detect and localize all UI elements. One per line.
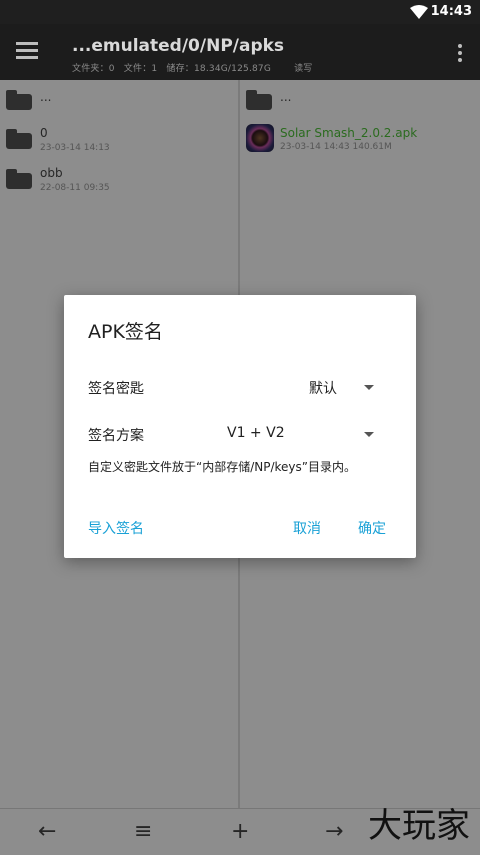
ok-button[interactable]: 确定: [358, 518, 386, 538]
sign-scheme-label: 签名方案: [88, 428, 144, 444]
cancel-button[interactable]: 取消: [293, 518, 321, 538]
sign-scheme-select[interactable]: V1 + V2: [214, 418, 404, 448]
sign-key-label: 签名密匙: [88, 381, 144, 397]
dropdown-arrow-icon: [364, 385, 374, 390]
row-meta: 23-03-14 14:13: [40, 143, 110, 153]
watermark: 大玩家: [368, 806, 470, 846]
list-icon[interactable]: ≡: [134, 819, 152, 844]
row-name: 0: [40, 126, 48, 140]
row-name: Solar Smash_2.0.2.apk: [280, 126, 418, 140]
file-count: 文件：1: [123, 64, 158, 74]
app-toolbar: ...emulated/0/NP/apks 文件夹：0 文件：1 储存：18.3…: [0, 24, 480, 80]
dropdown-arrow-icon: [364, 432, 374, 437]
row-name: ...: [40, 90, 52, 104]
back-arrow-icon[interactable]: ←: [38, 819, 56, 844]
path-stats: 文件夹：0 文件：1 储存：18.34G/125.87G 读写: [72, 61, 319, 74]
row-name: ...: [280, 90, 292, 104]
forward-arrow-icon[interactable]: →: [325, 819, 343, 844]
import-signature-button[interactable]: 导入签名: [88, 518, 144, 538]
status-time: 14:43: [430, 4, 472, 19]
row-meta: 23-03-14 14:43 140.61M: [280, 142, 392, 152]
keys-path-note: 自定义密匙文件放于“内部存储/NP/keys”目录内。: [88, 460, 356, 474]
row-meta: 22-08-11 09:35: [40, 183, 110, 193]
add-icon[interactable]: +: [231, 819, 249, 844]
folder-row[interactable]: 0 23-03-14 14:13: [0, 126, 238, 166]
folder-icon: [6, 169, 32, 189]
storage-usage: 储存：18.34G/125.87G: [166, 64, 272, 74]
folder-icon: [6, 129, 32, 149]
parent-folder-row[interactable]: ...: [240, 88, 480, 128]
sign-key-select[interactable]: 默认: [294, 371, 404, 401]
overflow-menu-icon[interactable]: [458, 44, 462, 65]
path-title: ...emulated/0/NP/apks: [72, 36, 285, 56]
menu-icon[interactable]: [16, 42, 38, 60]
status-bar: 14:43: [0, 0, 480, 24]
sign-key-value: 默认: [309, 381, 337, 397]
access-mode: 读写: [294, 64, 313, 74]
folder-icon: [6, 90, 32, 110]
folder-count: 文件夹：0: [72, 64, 115, 74]
dialog-title: APK签名: [88, 321, 163, 343]
parent-folder-row[interactable]: ...: [0, 88, 238, 128]
folder-row[interactable]: obb 22-08-11 09:35: [0, 166, 238, 206]
folder-icon: [246, 90, 272, 110]
apk-file-row[interactable]: Solar Smash_2.0.2.apk 23-03-14 14:43 140…: [240, 124, 480, 164]
apk-sign-dialog: APK签名 签名密匙 默认 签名方案 V1 + V2 自定义密匙文件放于“内部存…: [64, 295, 416, 558]
row-name: obb: [40, 166, 63, 180]
sign-scheme-value: V1 + V2: [227, 425, 285, 441]
apk-app-icon: [246, 124, 274, 152]
wifi-icon: [410, 5, 428, 23]
